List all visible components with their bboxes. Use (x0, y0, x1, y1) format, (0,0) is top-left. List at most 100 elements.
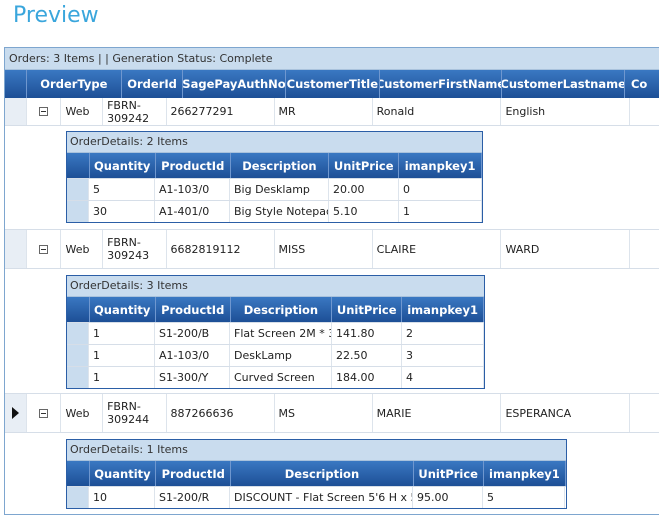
details-cell-unitprice: 184.00 (332, 367, 402, 388)
details-header: Quantity ProductId Description UnitPrice… (67, 153, 482, 178)
details-row[interactable]: 1 S1-200/B Flat Screen 2M * 3M 141.80 2 (67, 322, 484, 344)
details-cell-description: DeskLamp (230, 345, 332, 366)
details-row-selector[interactable] (67, 345, 89, 366)
cell-ordertype: Web (61, 98, 104, 125)
details-cell-unitprice: 22.50 (332, 345, 402, 366)
details-cell-productid: S1-300/Y (155, 367, 230, 388)
details-header-unitprice[interactable]: UnitPrice (332, 297, 403, 322)
order-details-grid[interactable]: OrderDetails: 3 Items Quantity ProductId… (66, 275, 485, 389)
cell-sagepayauthno: 266277291 (167, 98, 275, 125)
details-row-selector[interactable] (67, 367, 89, 388)
details-header-selector (67, 153, 90, 178)
details-header-productid[interactable]: ProductId (156, 297, 231, 322)
collapse-toggle[interactable] (27, 98, 62, 125)
details-cell-quantity: 5 (89, 179, 155, 200)
collapse-icon (39, 107, 49, 116)
row-selector[interactable] (5, 394, 27, 432)
order-details-grid[interactable]: OrderDetails: 1 Items Quantity ProductId… (66, 439, 567, 509)
cell-co (630, 394, 659, 432)
details-status-bar: OrderDetails: 2 Items (67, 132, 482, 153)
cell-co (630, 98, 659, 125)
details-header-productid[interactable]: ProductId (156, 461, 232, 486)
details-row[interactable]: 5 A1-103/0 Big Desklamp 20.00 0 (67, 178, 482, 200)
details-header-description[interactable]: Description (231, 297, 333, 322)
details-header-productid[interactable]: ProductId (156, 153, 231, 178)
row-selector[interactable] (5, 98, 27, 125)
cell-customerfirstname: MARIE (373, 394, 502, 432)
cell-customerlastname: ESPERANCA (501, 394, 631, 432)
orders-grid[interactable]: Orders: 3 Items | | Generation Status: C… (4, 47, 659, 515)
current-row-arrow-icon (11, 407, 19, 419)
cell-orderid: FBRN-309244 (103, 394, 167, 432)
details-row[interactable]: 10 S1-200/R DISCOUNT - Flat Screen 5'6 H… (67, 486, 566, 508)
details-header-imanpkey1[interactable]: imanpkey1 (484, 461, 566, 486)
details-header-description[interactable]: Description (231, 153, 330, 178)
details-row-selector[interactable] (67, 487, 89, 508)
details-cell-imanpkey1: 2 (402, 323, 484, 344)
details-header-quantity[interactable]: Quantity (90, 297, 156, 322)
header-co[interactable]: Co (625, 70, 659, 98)
cell-ordertype: Web (61, 230, 104, 268)
order-details-area: OrderDetails: 1 Items Quantity ProductId… (5, 433, 659, 514)
order-details-grid[interactable]: OrderDetails: 2 Items Quantity ProductId… (66, 131, 483, 223)
details-header-imanpkey1[interactable]: imanpkey1 (399, 153, 482, 178)
cell-customerlastname: WARD (501, 230, 631, 268)
collapse-toggle[interactable] (27, 394, 62, 432)
details-cell-unitprice: 141.80 (332, 323, 402, 344)
details-cell-quantity: 30 (89, 201, 155, 222)
details-row-selector[interactable] (67, 323, 89, 344)
header-sagepayauthno[interactable]: SagePayAuthNo (183, 70, 286, 98)
details-header-imanpkey1[interactable]: imanpkey1 (402, 297, 484, 322)
header-ordertype[interactable]: OrderType (27, 70, 123, 98)
header-customerlastname[interactable]: CustomerLastname (502, 70, 625, 98)
header-customerfirstname[interactable]: CustomerFirstName (380, 70, 503, 98)
details-cell-imanpkey1: 3 (402, 345, 484, 366)
order-row[interactable]: Web FBRN-309242 266277291 MR Ronald Engl… (5, 98, 659, 126)
order-details-area: OrderDetails: 2 Items Quantity ProductId… (5, 126, 659, 230)
details-cell-productid: A1-103/0 (155, 179, 230, 200)
order-row[interactable]: Web FBRN-309244 887266636 MS MARIE ESPER… (5, 394, 659, 433)
details-row[interactable]: 1 A1-103/0 DeskLamp 22.50 3 (67, 344, 484, 366)
collapse-icon (39, 244, 49, 254)
order-row[interactable]: Web FBRN-309243 6682819112 MISS CLAIRE W… (5, 230, 659, 269)
details-row[interactable]: 30 A1-401/0 Big Style Notepad. 5.10 1 (67, 200, 482, 222)
details-row-selector[interactable] (67, 179, 89, 200)
details-cell-quantity: 1 (89, 345, 155, 366)
details-cell-description: Curved Screen (230, 367, 332, 388)
details-cell-unitprice: 20.00 (329, 179, 399, 200)
details-cell-productid: A1-103/0 (155, 345, 230, 366)
details-cell-quantity: 1 (89, 367, 155, 388)
details-cell-description: Big Desklamp (230, 179, 329, 200)
details-header-unitprice[interactable]: UnitPrice (329, 153, 400, 178)
header-customertitle[interactable]: CustomerTitle (286, 70, 380, 98)
details-cell-description: Flat Screen 2M * 3M (230, 323, 332, 344)
details-header-description[interactable]: Description (231, 461, 414, 486)
details-header-quantity[interactable]: Quantity (90, 461, 157, 486)
details-header-selector (67, 461, 90, 486)
details-header-unitprice[interactable]: UnitPrice (414, 461, 484, 486)
details-cell-imanpkey1: 4 (402, 367, 484, 388)
order-details-area: OrderDetails: 3 Items Quantity ProductId… (5, 269, 659, 394)
details-header-quantity[interactable]: Quantity (90, 153, 156, 178)
details-cell-description: Big Style Notepad. (230, 201, 329, 222)
cell-co (630, 230, 659, 268)
cell-orderid: FBRN-309243 (103, 230, 167, 268)
details-cell-quantity: 10 (89, 487, 155, 508)
details-status-bar: OrderDetails: 1 Items (67, 440, 566, 461)
collapse-toggle[interactable] (27, 230, 62, 268)
header-orderid[interactable]: OrderId (122, 70, 183, 98)
details-row[interactable]: 1 S1-300/Y Curved Screen 184.00 4 (67, 366, 484, 388)
cell-customertitle: MR (275, 98, 373, 125)
details-cell-imanpkey1: 5 (483, 487, 565, 508)
collapse-icon (39, 408, 49, 418)
details-cell-imanpkey1: 0 (399, 179, 482, 200)
details-header: Quantity ProductId Description UnitPrice… (67, 297, 484, 322)
details-cell-unitprice: 95.00 (413, 487, 483, 508)
grid-header: OrderType OrderId SagePayAuthNo Customer… (5, 70, 659, 98)
row-selector[interactable] (5, 230, 27, 268)
header-selector (5, 70, 27, 98)
cell-customerlastname: English (501, 98, 631, 125)
details-row-selector[interactable] (67, 201, 89, 222)
details-header-selector (67, 297, 90, 322)
details-cell-productid: S1-200/B (155, 323, 230, 344)
